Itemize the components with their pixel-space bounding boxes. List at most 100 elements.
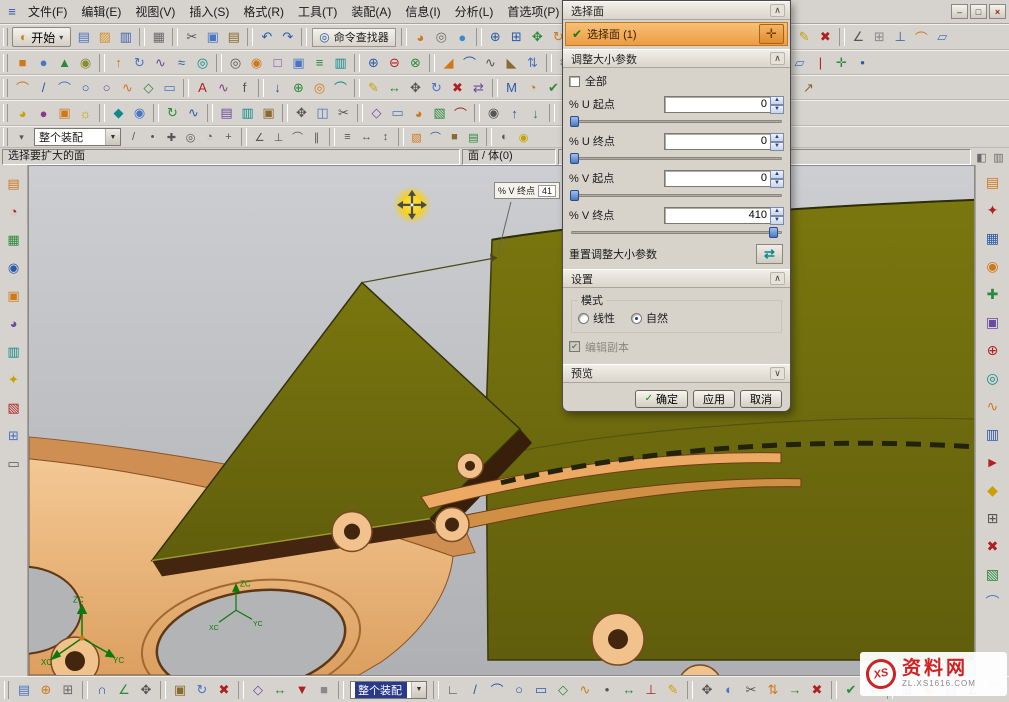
face-rule-icon[interactable]: ▧ xyxy=(407,129,426,146)
ortho-icon[interactable]: ⊥ xyxy=(890,27,911,47)
shaded-view-icon[interactable]: ◕ xyxy=(410,27,431,47)
sketch-line-icon[interactable]: / xyxy=(464,679,486,700)
lights-icon[interactable]: ☼ xyxy=(75,103,96,123)
arc-icon[interactable]: ⌒ xyxy=(54,78,75,98)
mode-radio-线性[interactable]: 线性 xyxy=(578,310,615,326)
favorite-icon[interactable]: ✦ xyxy=(981,199,1005,221)
offset-curve-icon[interactable]: ⇅ xyxy=(762,679,784,700)
add-panel-icon[interactable]: ✚ xyxy=(981,283,1005,305)
pad-icon[interactable]: ▣ xyxy=(288,53,309,73)
chamfer-icon[interactable]: ◢ xyxy=(438,53,459,73)
line-icon[interactable]: / xyxy=(33,78,54,98)
constrain-icon[interactable]: ∩ xyxy=(91,679,113,700)
tube-icon[interactable]: ◎ xyxy=(192,53,213,73)
restore-button[interactable]: □ xyxy=(970,4,987,19)
drag-icon[interactable]: ✥ xyxy=(696,679,718,700)
spinner[interactable]: ▲▼ xyxy=(770,170,784,187)
edit-curve-icon[interactable]: ✎ xyxy=(363,78,384,98)
menu-信息(I)[interactable]: 信息(I) xyxy=(398,0,447,23)
sweep-icon[interactable]: ∿ xyxy=(150,53,171,73)
scene-icon[interactable]: ◕ xyxy=(3,313,25,334)
param-slider[interactable] xyxy=(571,152,782,165)
text-curve-icon[interactable]: A xyxy=(192,78,213,98)
grid-icon[interactable]: ⊞ xyxy=(869,27,890,47)
transform-icon[interactable]: ⇄ xyxy=(468,78,489,98)
status-view-icon[interactable]: ◧ xyxy=(973,149,990,165)
curve-tool-icon[interactable]: ⌒ xyxy=(911,27,932,47)
wrap-icon[interactable]: ◎ xyxy=(309,78,330,98)
param-slider[interactable] xyxy=(571,226,782,239)
erase-icon[interactable]: ✖ xyxy=(447,78,468,98)
orient-sphere-icon[interactable]: ● xyxy=(452,27,473,47)
minimize-button[interactable]: – xyxy=(951,4,968,19)
menu-插入(S)[interactable]: 插入(S) xyxy=(182,0,236,23)
sketch-edit-icon[interactable]: ✎ xyxy=(662,679,684,700)
polygon-icon[interactable]: ◇ xyxy=(138,78,159,98)
sketch-icon[interactable]: ✎ xyxy=(794,27,815,47)
section-view-icon[interactable]: ◫ xyxy=(312,103,333,123)
collapse-icon[interactable]: ∧ xyxy=(770,52,785,65)
horizontal-icon[interactable]: ↔ xyxy=(357,129,376,146)
reset-button[interactable]: ⇄ xyxy=(756,244,783,264)
revolve-icon[interactable]: ↻ xyxy=(129,53,150,73)
shell-icon[interactable]: ▥ xyxy=(330,53,351,73)
close-button[interactable]: × xyxy=(989,4,1006,19)
pocket-icon[interactable]: □ xyxy=(267,53,288,73)
face-analysis-icon[interactable]: ▧ xyxy=(429,103,450,123)
law-extension-icon[interactable]: ↗ xyxy=(798,78,819,98)
wave-panel-icon[interactable]: ∿ xyxy=(981,395,1005,417)
component-rule-icon[interactable]: ▤ xyxy=(464,129,483,146)
web-browser-icon[interactable]: ◉ xyxy=(3,257,25,278)
menu-编辑(E)[interactable]: 编辑(E) xyxy=(74,0,128,23)
orthographic-icon[interactable]: ▭ xyxy=(387,103,408,123)
navigator-icon[interactable]: ✥ xyxy=(291,103,312,123)
section-settings[interactable]: 设置 ∧ xyxy=(563,269,790,288)
menu-格式(R)[interactable]: 格式(R) xyxy=(236,0,291,23)
offset-face-icon[interactable]: ⇅ xyxy=(522,53,543,73)
undo-icon[interactable]: ↶ xyxy=(256,27,277,47)
bookmark-icon[interactable]: ▧ xyxy=(3,397,25,418)
pan-icon[interactable]: ✥ xyxy=(527,27,548,47)
snapshot-icon[interactable]: ◉ xyxy=(483,103,504,123)
command-finder[interactable]: ◎命令查找器 xyxy=(312,28,395,47)
quick-delete-icon[interactable]: ✖ xyxy=(806,679,828,700)
param-input[interactable] xyxy=(664,170,770,187)
redo-icon[interactable]: ↷ xyxy=(277,27,298,47)
profile-icon[interactable]: ∟ xyxy=(442,679,464,700)
shaded-icon[interactable]: ◕ xyxy=(408,103,429,123)
clip-icon[interactable]: ✂ xyxy=(333,103,354,123)
expand-icon[interactable]: ∨ xyxy=(770,367,785,380)
datum-plane-icon[interactable]: ▱ xyxy=(789,53,810,73)
menu-工具(T)[interactable]: 工具(T) xyxy=(291,0,344,23)
cut-icon[interactable]: ✂ xyxy=(181,27,202,47)
chevron-down-icon[interactable]: ▼ xyxy=(411,682,426,698)
export-icon[interactable]: ↑ xyxy=(504,103,525,123)
preselect-icon[interactable]: ◉ xyxy=(514,129,533,146)
window-panel-icon[interactable]: ⊞ xyxy=(981,507,1005,529)
arc-panel-icon[interactable]: ⌒ xyxy=(981,591,1005,613)
bottom-scope-combo[interactable]: 整个装配 ▼ xyxy=(350,681,427,699)
intersect-icon[interactable]: ⊗ xyxy=(405,53,426,73)
doc-panel-icon[interactable]: ▤ xyxy=(981,171,1005,193)
drawer-icon[interactable]: ▭ xyxy=(3,453,25,474)
radio-dot[interactable] xyxy=(631,313,642,324)
palette-icon[interactable]: ▤ xyxy=(3,173,25,194)
sketch-circle-icon[interactable]: ○ xyxy=(508,679,530,700)
boss-icon[interactable]: ◉ xyxy=(246,53,267,73)
param-slider[interactable] xyxy=(571,189,782,202)
cone-icon[interactable]: ▲ xyxy=(54,53,75,73)
fit-view-icon[interactable]: ⊞ xyxy=(506,27,527,47)
section-preview[interactable]: 预览 ∨ xyxy=(563,364,790,383)
datum-csys-icon[interactable]: ✛ xyxy=(831,53,852,73)
param-input[interactable] xyxy=(664,133,770,150)
zoom-icon[interactable]: ⊕ xyxy=(485,27,506,47)
studio-icon[interactable]: ◉ xyxy=(129,103,150,123)
graphics-viewport[interactable]: ZC XC YC ZC XC YC xyxy=(28,165,975,676)
rib-icon[interactable]: ≡ xyxy=(309,53,330,73)
all-checkbox[interactable]: 全部 xyxy=(569,73,784,89)
collapse-icon[interactable]: ∧ xyxy=(770,272,785,285)
bridge-icon[interactable]: ⌒ xyxy=(330,78,351,98)
grid-page-icon[interactable]: ⊞ xyxy=(3,425,25,446)
sheet-panel-icon[interactable]: ▥ xyxy=(981,423,1005,445)
sphere-icon[interactable]: ◉ xyxy=(75,53,96,73)
